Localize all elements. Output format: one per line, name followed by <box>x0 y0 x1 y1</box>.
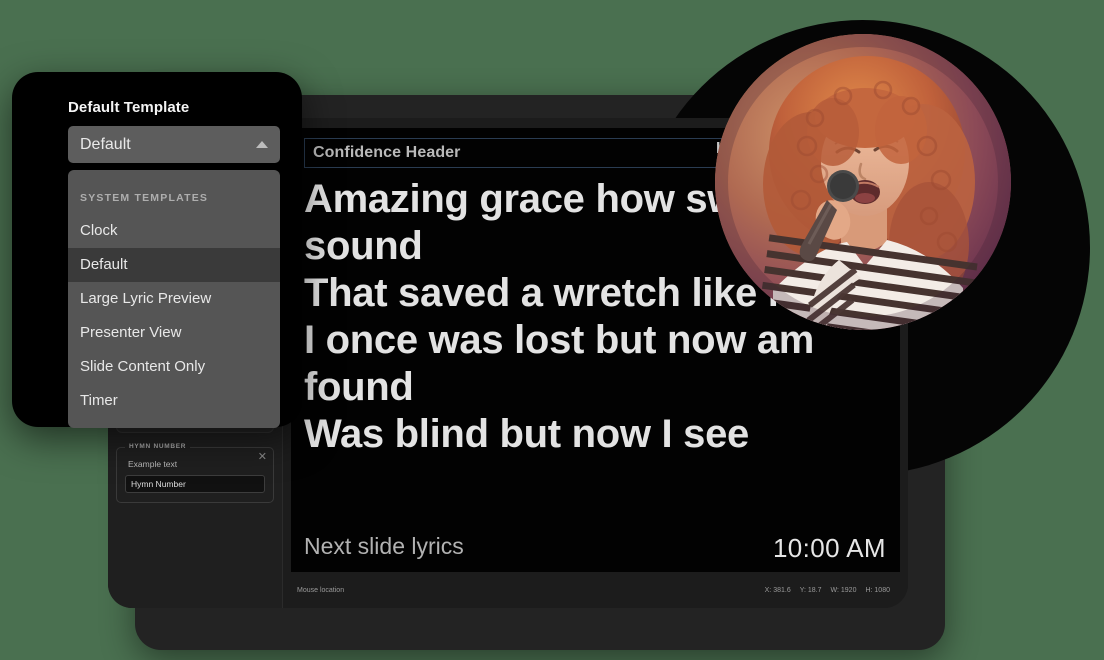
dropdown-item-default[interactable]: Default <box>68 248 280 282</box>
template-dropdown-menu: SYSTEM TEMPLATES Clock Default Large Lyr… <box>68 170 280 428</box>
dropdown-item-slide-content-only[interactable]: Slide Content Only <box>68 350 280 384</box>
stage: Amazing grace how sweet the sound That s… <box>0 0 1104 660</box>
singer-photo <box>715 34 1011 330</box>
hymn-number-group: HYMN NUMBER ✕ Example text Hymn Number <box>116 442 274 503</box>
hymn-number-legend: HYMN NUMBER <box>125 442 191 450</box>
status-bar: Mouse location X: 381.6 Y: 18.7 W: 1920 … <box>291 572 900 608</box>
confidence-header-value: Confidence Header <box>313 144 461 161</box>
close-icon[interactable]: ✕ <box>258 451 267 463</box>
dropdown-item-large-lyric-preview[interactable]: Large Lyric Preview <box>68 282 280 316</box>
lyric-line: I once was lost but now am found <box>304 318 815 409</box>
coordinates-readout: X: 381.6 Y: 18.7 W: 1920 H: 1080 <box>765 587 890 594</box>
dropdown-item-clock[interactable]: Clock <box>68 214 280 248</box>
coord-x: X: 381.6 <box>764 586 791 594</box>
hymn-example-text: Example text <box>128 458 178 469</box>
template-select[interactable]: Default <box>68 126 280 163</box>
system-templates-header: SYSTEM TEMPLATES <box>80 192 209 204</box>
caret-up-icon[interactable] <box>256 141 268 148</box>
lyric-line: Was blind but now I see <box>304 412 749 456</box>
singer-photo-art <box>715 34 1011 330</box>
coord-w: W: 1920 <box>830 586 857 594</box>
next-slide-lyrics: Next slide lyrics <box>304 533 464 559</box>
dropdown-item-timer[interactable]: Timer <box>68 384 280 418</box>
coord-y: Y: 18.7 <box>799 586 822 594</box>
mouse-location-label: Mouse location <box>297 586 345 594</box>
dropdown-item-presenter-view[interactable]: Presenter View <box>68 316 280 350</box>
default-template-label: Default Template <box>68 99 190 116</box>
coord-h: H: 1080 <box>865 586 890 594</box>
clock-display: 10:00 AM <box>772 533 886 563</box>
template-select-value: Default <box>80 135 131 153</box>
hymn-number-input[interactable]: Hymn Number <box>125 474 265 493</box>
